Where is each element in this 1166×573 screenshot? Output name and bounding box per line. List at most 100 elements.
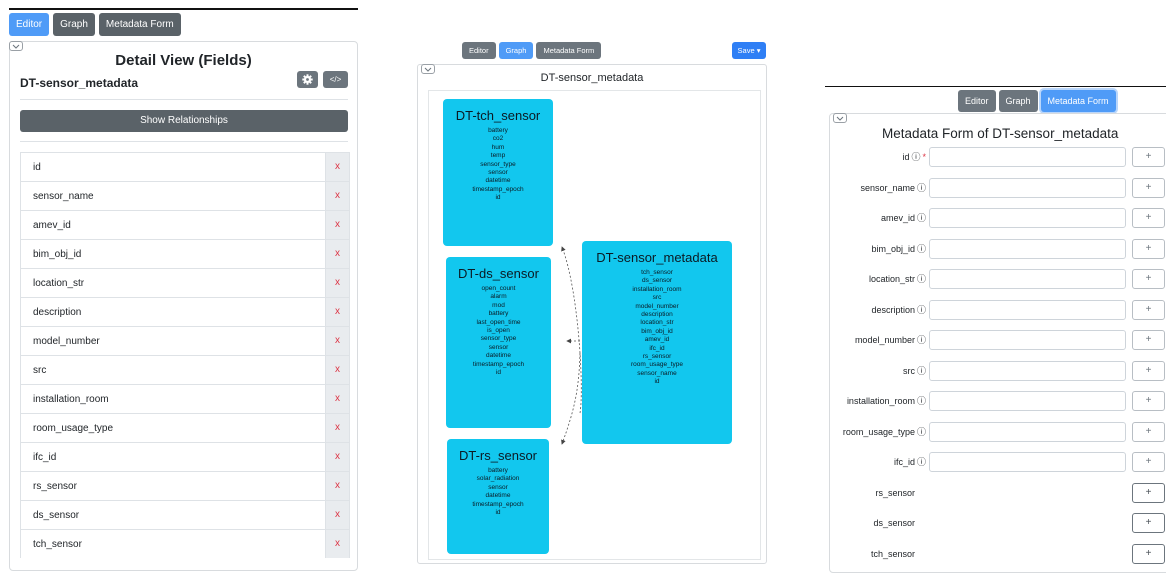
graph-node[interactable]: DT-sensor_metadata tch_sensor ds_sensor in… (582, 241, 732, 444)
delete-field-button[interactable]: x (325, 472, 349, 500)
field-row[interactable]: description x (20, 297, 350, 326)
delete-field-button[interactable]: x (325, 356, 349, 384)
delete-field-button[interactable]: x (325, 298, 349, 326)
info-icon[interactable]: ⓘ (917, 244, 926, 254)
add-value-button[interactable]: + (1132, 513, 1165, 533)
code-view-button[interactable]: </> (323, 71, 348, 88)
node-field: ifc_id (649, 344, 665, 352)
form-row: tch_sensor + (830, 543, 1166, 564)
node-field: datetime (485, 177, 511, 185)
add-value-button[interactable]: + (1132, 360, 1165, 381)
field-row[interactable]: ds_sensor x (20, 500, 350, 529)
field-row[interactable]: tch_sensor x (20, 529, 350, 558)
add-value-button[interactable]: + (1132, 208, 1165, 228)
tab-editor[interactable]: Editor (958, 90, 996, 112)
info-icon[interactable]: ⓘ (917, 366, 926, 376)
save-dropdown-button[interactable]: Save ▾ (732, 42, 766, 59)
field-row[interactable]: bim_obj_id x (20, 239, 350, 268)
node-field: id (495, 369, 502, 377)
info-icon[interactable]: ⓘ (917, 274, 926, 284)
collapse-chevron-icon[interactable] (9, 41, 23, 51)
field-row[interactable]: location_str x (20, 268, 350, 297)
form-text-input[interactable] (929, 452, 1126, 472)
delete-field-button[interactable]: x (325, 211, 349, 239)
delete-field-button[interactable]: x (325, 385, 349, 413)
add-value-button[interactable]: + (1132, 147, 1165, 167)
collapse-chevron-icon[interactable] (833, 113, 847, 123)
form-text-input[interactable] (929, 330, 1126, 350)
delete-field-button[interactable]: x (325, 269, 349, 297)
form-text-input[interactable] (929, 238, 1126, 259)
graph-node[interactable]: DT-tch_sensor battery co2 hum temp sensor_ty… (443, 99, 553, 246)
graph-node[interactable]: DT-ds_sensor open_count alarm mod battery la… (446, 257, 551, 428)
show-relationships-button[interactable]: Show Relationships (20, 110, 348, 132)
node-title: DT-tch_sensor (455, 108, 541, 123)
node-field: ds_sensor (642, 277, 672, 285)
node-field: sensor (488, 343, 509, 351)
tab-editor[interactable]: Editor (9, 13, 50, 36)
field-row[interactable]: ifc_id x (20, 442, 350, 471)
info-icon[interactable]: ⓘ (917, 427, 926, 437)
graph-canvas[interactable]: DT-tch_sensor battery co2 hum temp sensor_ty… (428, 90, 761, 560)
form-field-label: amev_id ⓘ (881, 208, 926, 228)
node-field: sensor (488, 483, 508, 491)
field-row[interactable]: src x (20, 355, 350, 384)
form-text-input[interactable] (929, 299, 1126, 320)
form-row: installation_room ⓘ + (830, 391, 1166, 411)
info-icon[interactable]: ⓘ (917, 305, 926, 315)
field-row[interactable]: sensor_name x (20, 181, 350, 210)
add-value-button[interactable]: + (1132, 299, 1165, 320)
delete-field-button[interactable]: x (325, 443, 349, 471)
tab-editor[interactable]: Editor (462, 42, 496, 59)
form-text-input[interactable] (929, 269, 1126, 289)
form-text-input[interactable] (929, 147, 1126, 167)
tab-graph[interactable]: Graph (498, 42, 534, 59)
delete-field-button[interactable]: x (325, 501, 349, 529)
add-value-button[interactable]: + (1132, 177, 1165, 198)
tab-metadata-form[interactable]: Metadata Form (98, 13, 181, 36)
field-row[interactable]: model_number x (20, 326, 350, 355)
add-value-button[interactable]: + (1132, 452, 1165, 472)
tab-graph[interactable]: Graph (998, 90, 1038, 112)
form-text-input[interactable] (929, 391, 1126, 411)
delete-field-button[interactable]: x (325, 414, 349, 442)
tab-metadata-form[interactable]: Metadata Form (536, 42, 602, 59)
graph-node[interactable]: DT-rs_sensor battery solar_radiation senso… (447, 439, 549, 554)
add-value-button[interactable]: + (1132, 543, 1165, 564)
info-icon[interactable]: ⓘ (917, 335, 926, 345)
field-row[interactable]: rs_sensor x (20, 471, 350, 500)
form-text-input[interactable] (929, 177, 1126, 198)
tab-metadata-form[interactable]: Metadata Form (1040, 90, 1116, 112)
form-text-input[interactable] (929, 208, 1126, 228)
node-field: datetime (485, 492, 511, 500)
info-icon[interactable]: ⓘ (917, 213, 926, 223)
info-icon[interactable]: ⓘ (917, 396, 926, 406)
field-row[interactable]: room_usage_type x (20, 413, 350, 442)
form-text-input[interactable] (929, 421, 1126, 442)
add-value-button[interactable]: + (1132, 421, 1165, 442)
delete-field-button[interactable]: x (325, 182, 349, 210)
add-value-button[interactable]: + (1132, 391, 1165, 411)
delete-field-button[interactable]: x (325, 530, 349, 558)
add-value-button[interactable]: + (1132, 330, 1165, 350)
info-icon[interactable]: ⓘ (917, 457, 926, 467)
field-row[interactable]: amev_id x (20, 210, 350, 239)
node-field: sensor_type (480, 335, 517, 343)
add-value-button[interactable]: + (1132, 269, 1165, 289)
delete-field-button[interactable]: x (325, 240, 349, 268)
add-value-button[interactable]: + (1132, 238, 1165, 259)
field-row[interactable]: installation_room x (20, 384, 350, 413)
add-value-button[interactable]: + (1132, 482, 1165, 503)
node-field: tch_sensor (641, 269, 673, 276)
field-row[interactable]: id x (20, 152, 350, 181)
delete-field-button[interactable]: x (325, 327, 349, 355)
form-field-label: model_number ⓘ (855, 330, 926, 350)
delete-field-button[interactable]: x (325, 153, 349, 181)
form-text-input[interactable] (929, 360, 1126, 381)
form-field-label-text: id (902, 152, 910, 162)
settings-button[interactable] (297, 71, 318, 88)
info-icon[interactable]: ⓘ (917, 183, 926, 193)
form-field-label: bim_obj_id ⓘ (871, 239, 926, 259)
info-icon[interactable]: ⓘ (911, 152, 920, 162)
tab-graph[interactable]: Graph (53, 13, 95, 36)
